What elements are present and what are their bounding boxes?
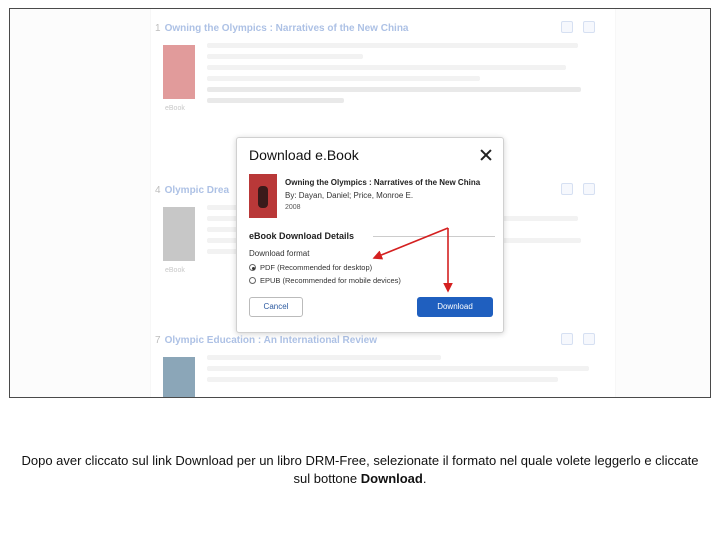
caption-end: .: [422, 471, 427, 486]
format-option-pdf[interactable]: PDF (Recommended for desktop): [249, 263, 372, 272]
close-icon[interactable]: [479, 148, 493, 162]
radio-pdf[interactable]: [249, 264, 256, 271]
format-option-epub[interactable]: EPUB (Recommended for mobile devices): [249, 276, 401, 285]
book-cover-thumbnail: [249, 174, 277, 218]
screenshot-frame: 1 Owning the Olympics : Narratives of the…: [9, 8, 711, 398]
book-authors: By: Dayan, Daniel; Price, Monroe E.: [285, 191, 414, 200]
format-option-label: EPUB (Recommended for mobile devices): [260, 276, 401, 285]
cancel-button[interactable]: Cancel: [249, 297, 303, 317]
section-divider: [373, 236, 495, 237]
book-title: Owning the Olympics : Narratives of the …: [285, 178, 481, 187]
download-button[interactable]: Download: [417, 297, 493, 317]
radio-epub[interactable]: [249, 277, 256, 284]
instruction-caption: Dopo aver cliccato sul link Download per…: [20, 452, 700, 488]
book-year: 2008: [285, 204, 301, 211]
format-option-label: PDF (Recommended for desktop): [260, 263, 373, 272]
dialog-title: Download e.Book: [249, 147, 359, 163]
download-format-label: Download format: [249, 249, 310, 258]
download-details-heading: eBook Download Details: [249, 231, 355, 241]
download-ebook-dialog: Download e.Book Owning the Olympics : Na…: [236, 137, 504, 333]
caption-bold: Download: [360, 471, 423, 486]
